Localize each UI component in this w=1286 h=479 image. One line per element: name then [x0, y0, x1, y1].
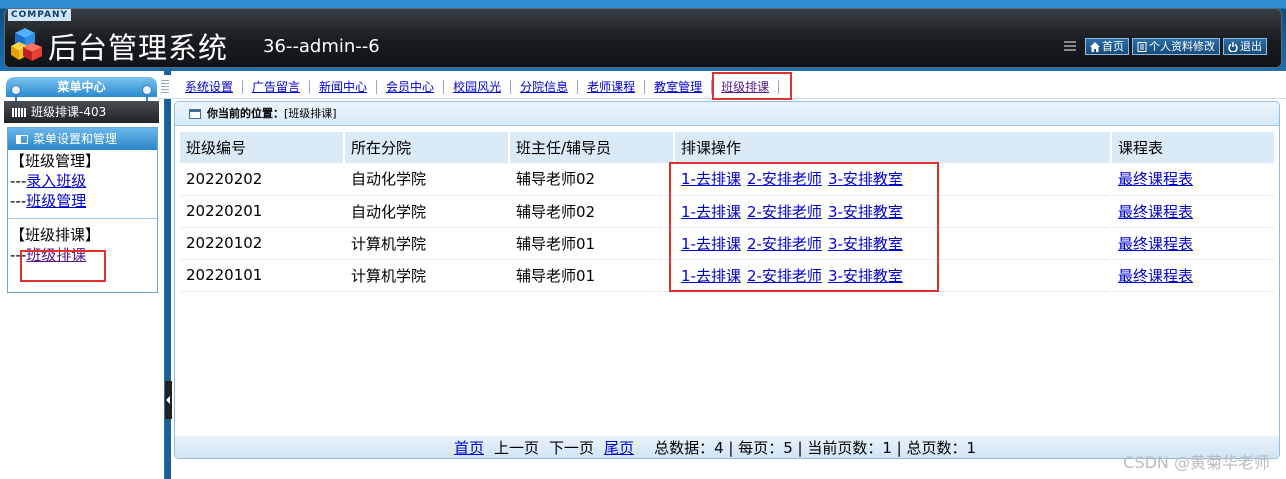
- column-header: 班主任/辅导员: [509, 132, 675, 163]
- power-icon: [1228, 41, 1238, 52]
- cubes-logo-icon: [11, 28, 42, 61]
- class-id-cell: 20220101: [180, 259, 345, 292]
- table-header-row: 班级编号 所在分院 班主任/辅导员 排课操作 课程表: [180, 132, 1276, 163]
- schedule-cell: 最终课程表: [1111, 259, 1276, 292]
- grip-icon: [1064, 40, 1076, 53]
- teacher-cell: 辅导老师02: [509, 195, 675, 228]
- class-id-cell: 20220201: [180, 195, 345, 228]
- column-header: 班级编号: [180, 132, 345, 163]
- user-info: 36--admin--6: [263, 36, 380, 57]
- college-cell: 计算机学院: [344, 227, 510, 260]
- pagination-stats: 总数据：4 | 每页：5 | 当前页数：1 | 总页数：1: [654, 439, 977, 457]
- teacher-cell: 辅导老师01: [509, 227, 675, 260]
- class-id-cell: 20220202: [180, 163, 345, 196]
- first-page-link[interactable]: 首页: [454, 437, 484, 458]
- logout-button[interactable]: 退出: [1223, 38, 1267, 55]
- top-header: COMPANY 后台管理系统 36--admin--6 首页 个人资料修改 退出: [0, 0, 1286, 71]
- current-menu-item-label: 班级排课-403: [31, 105, 107, 119]
- teacher-cell: 辅导老师01: [509, 259, 675, 292]
- tab-college-info[interactable]: 分院信息: [511, 80, 579, 94]
- menu-center-title: 菜单中心: [6, 77, 157, 103]
- column-header: 课程表: [1111, 132, 1276, 163]
- menu-center-label: 菜单中心: [57, 80, 106, 94]
- sidebar-item-add-class[interactable]: 录入班级: [26, 172, 86, 190]
- tab-classroom-management[interactable]: 教室管理: [645, 80, 713, 94]
- menu-group-title: 【班级排课】: [10, 226, 101, 244]
- tab-system-settings[interactable]: 系统设置: [176, 80, 244, 94]
- highlight-box-ops: [669, 162, 939, 292]
- menu-item-row: ---班级管理: [10, 191, 157, 211]
- menu-box-title: 菜单设置和管理: [8, 128, 157, 150]
- pagination: 首页 上一页 下一页 尾页 总数据：4 | 每页：5 | 当前页数：1 | 总页…: [454, 437, 976, 458]
- nav-tabs: 系统设置 广告留言 新闻中心 会员中心 校园风光 分院信息 老师课程 教室管理 …: [176, 75, 780, 99]
- tab-campus-scenery[interactable]: 校园风光: [444, 80, 512, 94]
- watermark: CSDN @黄菊华老师: [1123, 453, 1270, 472]
- college-cell: 自动化学院: [344, 195, 510, 228]
- teacher-cell: 辅导老师02: [509, 163, 675, 196]
- profile-icon: [1137, 41, 1147, 52]
- schedule-cell: 最终课程表: [1111, 163, 1276, 196]
- tab-news-center[interactable]: 新闻中心: [310, 80, 378, 94]
- breadcrumb: 你当前的位置：[班级排课]: [175, 102, 1279, 126]
- breadcrumb-prefix: 你当前的位置：: [207, 107, 284, 120]
- sidebar-collapse-handle[interactable]: [165, 381, 172, 419]
- grip-icon: [161, 80, 169, 94]
- highlight-box-menu: [20, 250, 106, 282]
- company-label: COMPANY: [8, 9, 71, 21]
- breadcrumb-value: [班级排课]: [284, 107, 337, 120]
- menu-group-class-management: 【班级管理】 ---录入班级 ---班级管理: [8, 151, 157, 211]
- college-cell: 计算机学院: [344, 259, 510, 292]
- menu-item-prefix: ---: [10, 172, 27, 190]
- sidebar-item-class-management[interactable]: 班级管理: [26, 192, 86, 210]
- menu-item-prefix: ---: [10, 192, 27, 210]
- profile-edit-label: 个人资料修改: [1149, 40, 1215, 53]
- final-schedule-link[interactable]: 最终课程表: [1118, 170, 1193, 188]
- home-button-label: 首页: [1102, 40, 1124, 53]
- menu-group-title: 【班级管理】: [10, 152, 101, 170]
- schedule-cell: 最终课程表: [1111, 227, 1276, 260]
- current-menu-item[interactable]: 班级排课-403: [4, 101, 159, 123]
- home-icon: [1090, 41, 1100, 52]
- grid-icon: [12, 108, 26, 117]
- tab-member-center[interactable]: 会员中心: [377, 80, 445, 94]
- final-schedule-link[interactable]: 最终课程表: [1118, 267, 1193, 285]
- menu-icon: [16, 135, 28, 144]
- home-button[interactable]: 首页: [1085, 38, 1129, 55]
- system-title: 后台管理系统: [48, 31, 229, 65]
- menu-box-title-label: 菜单设置和管理: [33, 132, 118, 146]
- menu-item-row: ---录入班级: [10, 171, 157, 191]
- profile-edit-button[interactable]: 个人资料修改: [1132, 38, 1220, 55]
- last-page-link[interactable]: 尾页: [604, 437, 634, 458]
- final-schedule-link[interactable]: 最终课程表: [1118, 203, 1193, 221]
- prev-page-text: 上一页: [494, 439, 540, 457]
- window-icon: [189, 109, 201, 119]
- final-schedule-link[interactable]: 最终课程表: [1118, 235, 1193, 253]
- divider: [8, 218, 157, 219]
- logout-label: 退出: [1240, 40, 1262, 53]
- column-header: 所在分院: [344, 132, 510, 163]
- class-id-cell: 20220102: [180, 227, 345, 260]
- college-cell: 自动化学院: [344, 163, 510, 196]
- column-header: 排课操作: [674, 132, 1112, 163]
- top-actions: 首页 个人资料修改 退出: [1064, 38, 1267, 55]
- highlight-box-nav: [712, 72, 792, 100]
- tab-teacher-courses[interactable]: 老师课程: [578, 80, 646, 94]
- tab-ads-messages[interactable]: 广告留言: [243, 80, 311, 94]
- next-page-text: 下一页: [549, 439, 595, 457]
- schedule-cell: 最终课程表: [1111, 195, 1276, 228]
